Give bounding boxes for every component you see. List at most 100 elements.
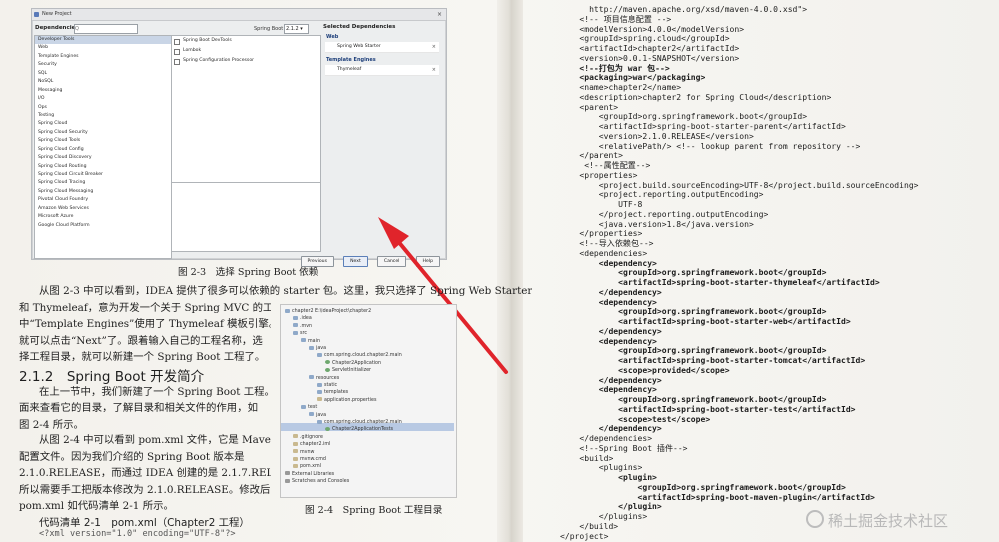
text-line: 图 2-4 所示。 [19, 418, 84, 431]
category-item[interactable]: Spring Cloud Discovery [35, 154, 171, 162]
code-line: <name>chapter2</name> [560, 83, 682, 92]
tree-node[interactable]: static [317, 382, 337, 389]
file-icon [293, 434, 298, 439]
category-item[interactable]: Spring Cloud [35, 120, 171, 128]
checkbox[interactable] [174, 59, 180, 65]
category-item[interactable]: Spring Cloud Messaging [35, 188, 171, 196]
code-first-line: <?xml version="1.0" encoding="UTF-8"?> [39, 529, 236, 539]
tree-node[interactable]: templates [317, 389, 348, 396]
code-line: </parent> [560, 151, 623, 161]
dependency-item[interactable]: Spring Boot DevTools [172, 36, 320, 46]
category-item[interactable]: Messaging [35, 87, 171, 95]
category-item[interactable]: Spring Cloud Config [35, 146, 171, 154]
tree-node[interactable]: ServletInitializer [325, 367, 371, 374]
text-line: 中“Template Engines”使用了 Thymeleaf 模板引擎。然后 [19, 318, 271, 331]
code-line: <plugins> [560, 463, 643, 473]
dependency-item[interactable]: Lombok [172, 46, 320, 56]
tree-node[interactable]: pom.xml [293, 463, 321, 470]
tree-node[interactable]: main [301, 338, 320, 345]
category-list: Developer Tools Web Template Engines Securi… [34, 35, 172, 259]
spring-boot-version-select[interactable]: 2.1.2 ▾ [284, 24, 309, 34]
tree-node[interactable]: com.spring.cloud.chapter2.main [317, 352, 402, 359]
tree-node[interactable]: External Libraries [285, 471, 334, 478]
tree-node-label: chapter2.iml [300, 442, 331, 448]
help-button[interactable]: Help [415, 256, 440, 267]
tree-node-label: main [308, 338, 320, 344]
code-line: </properties> [560, 229, 643, 239]
category-item[interactable]: NoSQL [35, 78, 171, 86]
book-spread: New Project × Dependencies Q Spring Boot… [0, 0, 999, 542]
close-icon[interactable]: × [437, 9, 442, 20]
category-item[interactable]: Spring Cloud Security [35, 129, 171, 137]
category-item[interactable]: Spring Cloud Circuit Breaker [35, 171, 171, 179]
code-line: <!--导入依赖包--> [560, 239, 654, 248]
paragraph-1-first-line: 从图 2-3 中可以看到，IDEA 提供了很多可以依赖的 starter 包。这… [39, 283, 532, 300]
next-button[interactable]: Next [343, 256, 368, 267]
code-line: <groupId>org.springframework.boot</group… [560, 268, 827, 278]
code-line: <java.version>1.8</java.version> [560, 219, 754, 229]
file-icon [285, 471, 290, 476]
category-item[interactable]: Security [35, 61, 171, 69]
tree-node[interactable]: src [293, 330, 307, 337]
tree-node[interactable]: Scratches and Consoles [285, 478, 349, 485]
remove-icon[interactable]: × [432, 42, 436, 52]
category-item[interactable]: Spring Cloud Tools [35, 137, 171, 145]
checkbox[interactable] [174, 49, 180, 55]
tree-node[interactable]: application.properties [317, 397, 376, 404]
category-item[interactable]: Ops [35, 104, 171, 112]
tree-node-label: mvnw [300, 449, 315, 455]
category-item[interactable]: Spring Cloud Routing [35, 163, 171, 171]
tree-node-label: Chapter2Application [332, 360, 382, 366]
section-heading: 2.1.2 Spring Boot 开发简介 [19, 369, 205, 385]
folder-icon [309, 345, 314, 350]
remove-icon[interactable]: × [432, 65, 436, 75]
code-line: <project.build.sourceEncoding>UTF-8</pro… [560, 180, 919, 190]
category-item[interactable]: Pivotal Cloud Foundry [35, 196, 171, 204]
category-item[interactable]: SQL [35, 70, 171, 78]
tree-node[interactable]: mvnw.cmd [293, 456, 326, 463]
book-spine [497, 0, 523, 542]
folder-icon [317, 389, 322, 394]
category-item[interactable]: Testing [35, 112, 171, 120]
category-item[interactable]: Web [35, 44, 171, 52]
tree-node[interactable]: .mvn [293, 323, 312, 330]
tree-node[interactable]: .gitignore [293, 434, 323, 441]
selected-dependency-label: Thymeleaf [337, 67, 362, 72]
tree-node[interactable]: chapter2.iml [293, 441, 330, 448]
category-item[interactable]: Google Cloud Platform [35, 222, 171, 230]
code-line: <scope>provided</scope> [560, 365, 730, 375]
category-item[interactable]: Spring Cloud Tracing [35, 179, 171, 187]
listing-caption: 代码清单 2-1 pom.xml（Chapter2 工程） [39, 517, 250, 529]
tree-node[interactable]: test [301, 404, 317, 411]
tree-node[interactable]: .idea [293, 315, 312, 322]
code-line: <!--打包为 war 包--> [560, 63, 670, 73]
tree-node[interactable]: java [309, 412, 326, 419]
tree-node[interactable]: chapter2 E:\ideaProject\chapter2 [285, 308, 371, 315]
tree-node[interactable]: Chapter2Application [325, 360, 381, 367]
tree-node[interactable]: java [309, 345, 326, 352]
cancel-button[interactable]: Cancel [376, 256, 407, 267]
category-item[interactable]: Developer Tools [35, 36, 171, 45]
code-line: <groupId>org.springframework.boot</group… [560, 482, 846, 492]
dependency-item[interactable]: Spring Configuration Processor [172, 56, 320, 66]
app-icon [34, 12, 39, 17]
tree-node-label: External Libraries [292, 471, 335, 477]
category-item[interactable]: Amazon Web Services [35, 205, 171, 213]
tree-node[interactable]: Chapter2ApplicationTests [325, 426, 393, 433]
checkbox[interactable] [174, 39, 180, 45]
code-line: <description>chapter2 for Spring Cloud</… [560, 92, 832, 102]
selected-group-label: Template Engines [326, 57, 376, 63]
tree-node[interactable]: mvnw [293, 449, 314, 456]
search-icon: Q [75, 26, 79, 32]
tree-node[interactable]: resources [309, 375, 339, 382]
tree-node[interactable]: com.spring.cloud.chapter2.main [317, 419, 402, 426]
folder-icon [293, 330, 298, 335]
category-item[interactable]: Microsoft Azure [35, 213, 171, 221]
dialog-title: New Project [42, 11, 72, 17]
folder-icon [309, 412, 314, 417]
category-item[interactable]: I/O [35, 95, 171, 103]
search-input[interactable]: Q [74, 24, 138, 34]
category-item[interactable]: Template Engines [35, 53, 171, 61]
code-line: <!--属性配置--> [560, 161, 651, 170]
code-line: <dependencies> [560, 248, 648, 258]
